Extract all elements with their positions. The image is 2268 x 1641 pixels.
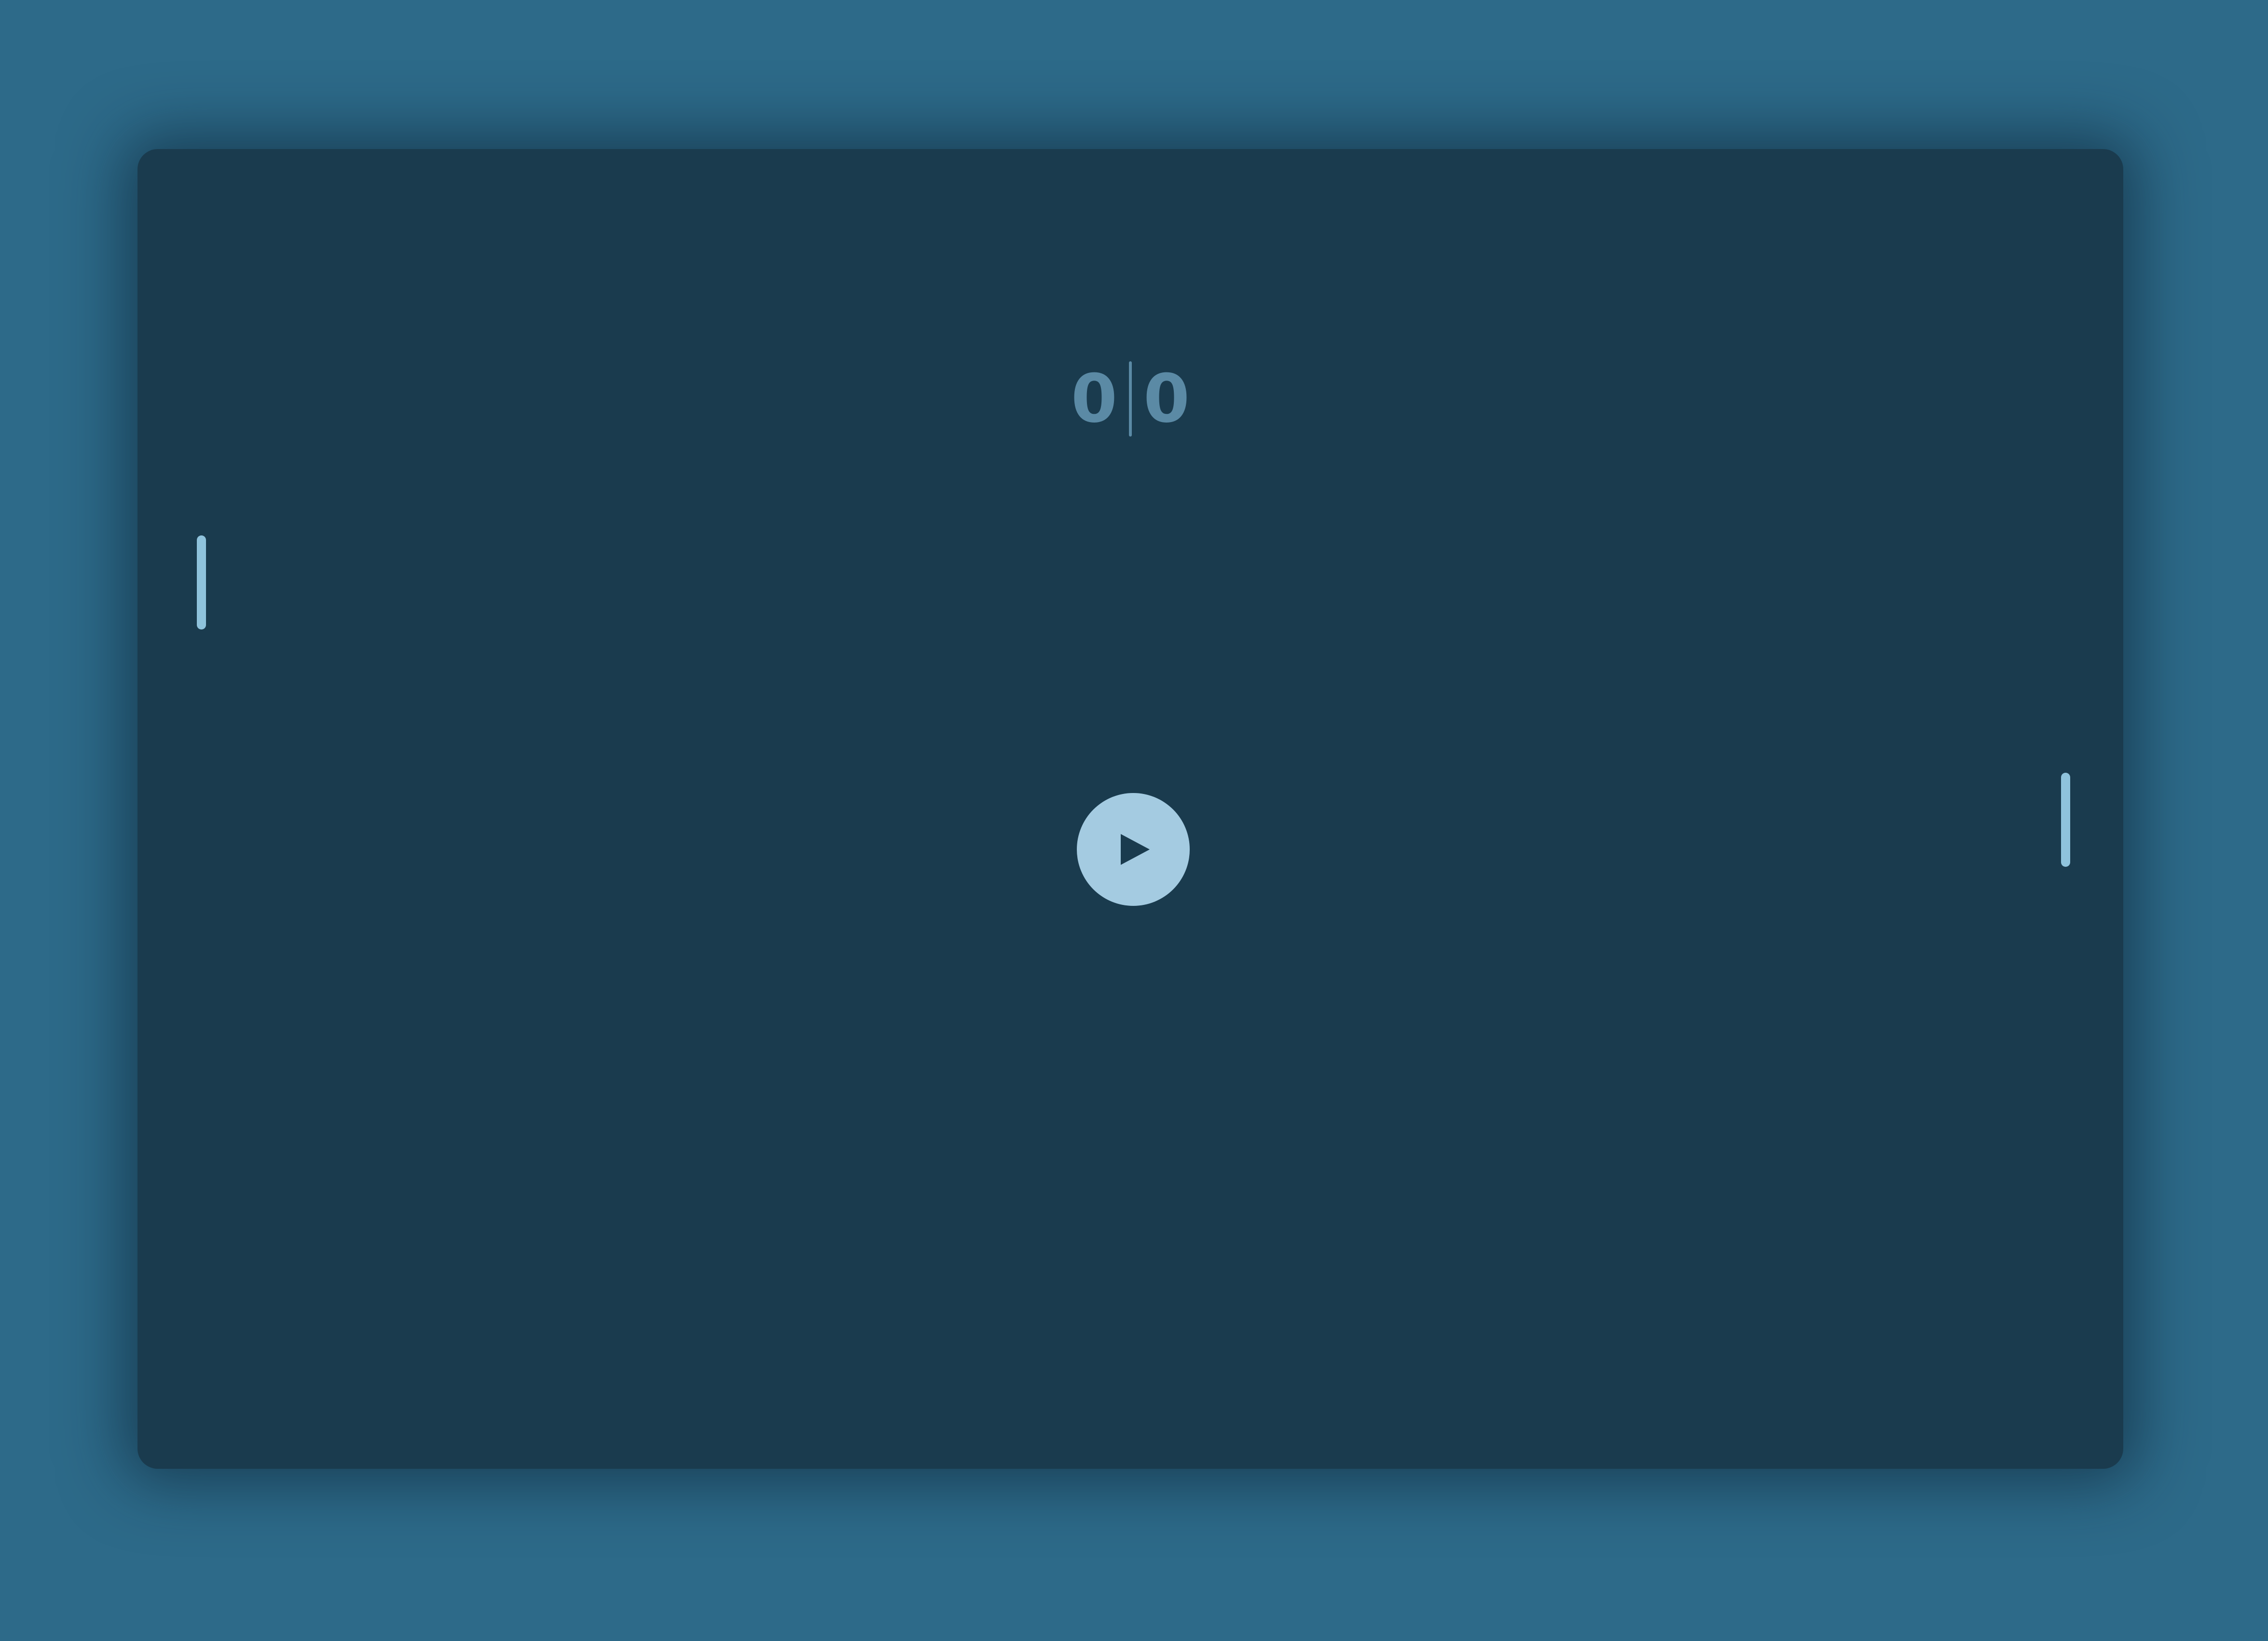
play-icon bbox=[1121, 834, 1150, 865]
left-player-score: 0 bbox=[1071, 360, 1117, 438]
left-paddle[interactable] bbox=[197, 535, 206, 629]
game-board[interactable]: 0 0 bbox=[137, 149, 2123, 1469]
game-page: 0 0 bbox=[0, 0, 2268, 1641]
right-player-score: 0 bbox=[1143, 360, 1190, 438]
scoreboard: 0 0 bbox=[137, 360, 2123, 438]
play-button[interactable] bbox=[1077, 793, 1190, 906]
right-paddle[interactable] bbox=[2061, 773, 2070, 867]
